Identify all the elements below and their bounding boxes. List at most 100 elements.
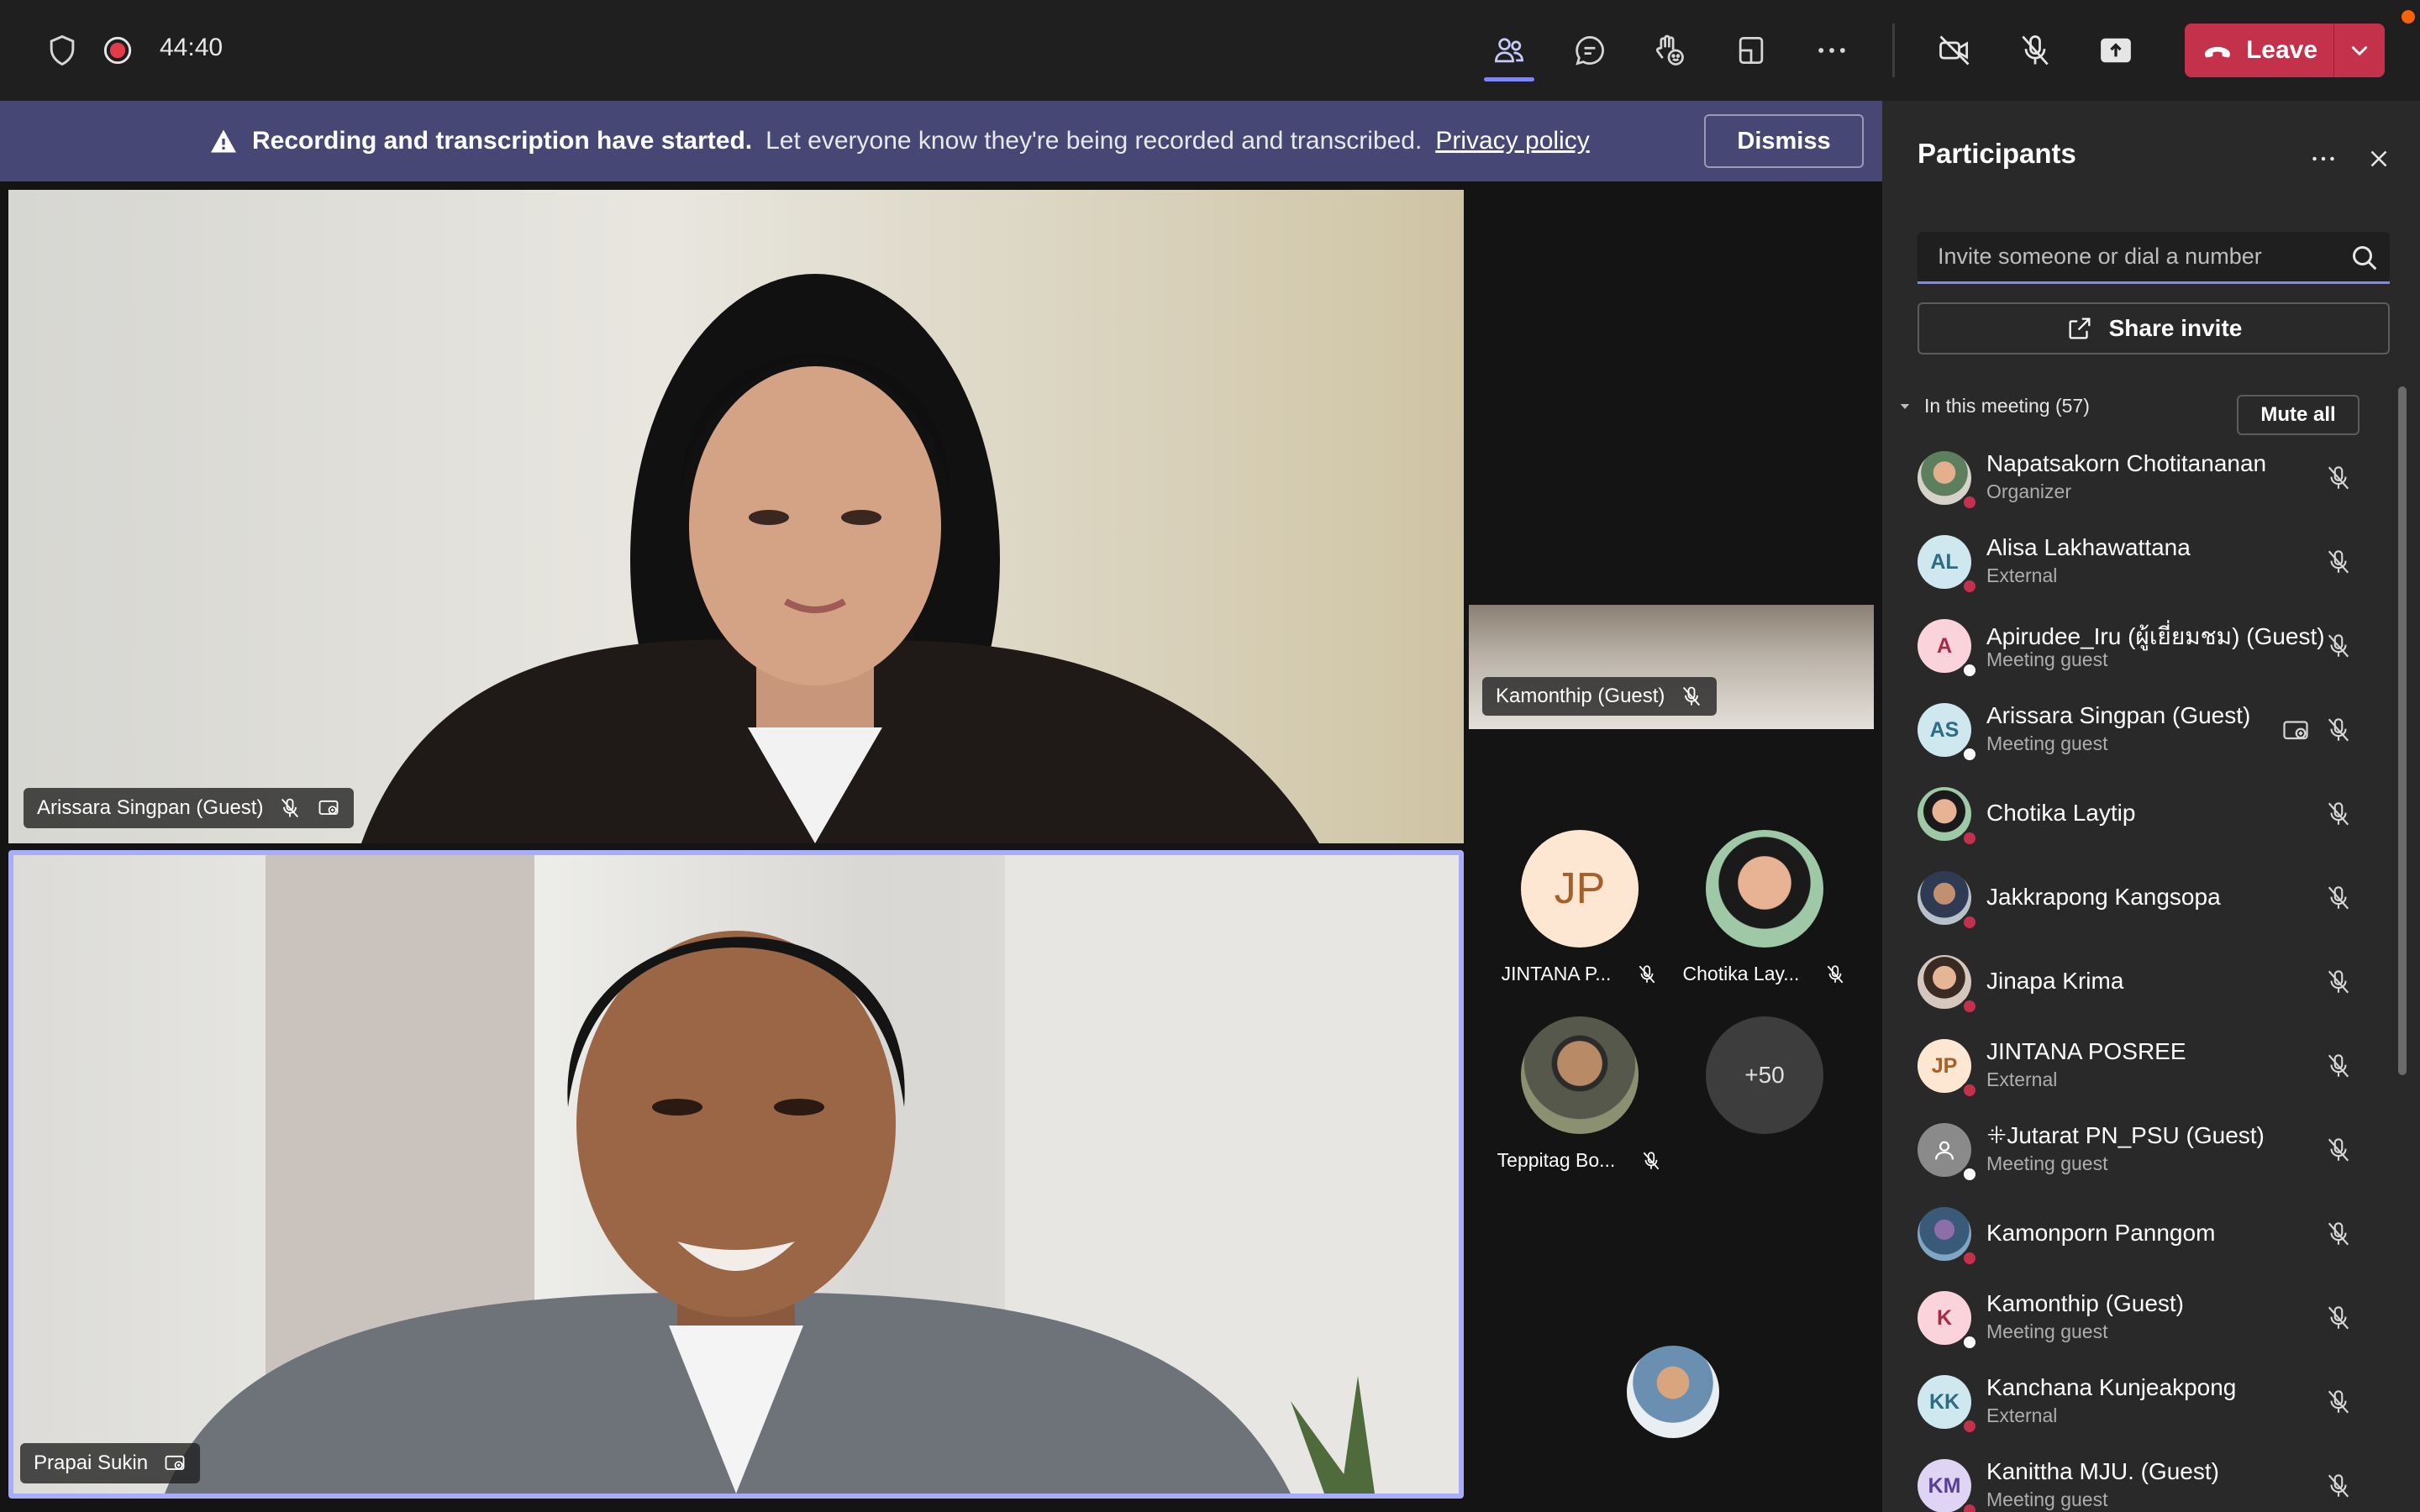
tile-name-label: Kamonthip (Guest) — [1496, 685, 1665, 707]
panel-more-icon[interactable] — [2302, 138, 2344, 180]
mic-off-icon[interactable] — [2324, 464, 2353, 492]
participant-role: Organizer — [1986, 480, 2071, 502]
participant-row[interactable]: KK Kanchana Kunjeakpong External — [1882, 1359, 2386, 1443]
camera-off-icon[interactable] — [1929, 25, 1980, 76]
participant-list: Napatsakorn Chotitananan Organizer AL Alisa… — [1882, 435, 2386, 1512]
presence-status-dot — [1961, 746, 1978, 763]
gallery-tile-chotika[interactable]: Chotika Lay... — [1681, 830, 1849, 985]
avatar-initials: A — [1936, 633, 1953, 658]
leave-main-button[interactable]: Leave — [2185, 24, 2333, 77]
dismiss-button[interactable]: Dismiss — [1704, 114, 1864, 168]
gallery-name-label: Teppitag Bo... — [1497, 1149, 1616, 1171]
mic-off-icon[interactable] — [2324, 884, 2353, 912]
participant-row[interactable]: Napatsakorn Chotitananan Organizer — [1882, 435, 2386, 519]
avatar-photo — [1521, 1016, 1639, 1134]
mic-off-icon[interactable] — [2324, 716, 2353, 744]
participant-row[interactable]: A Apirudee_Iru (ผู้เยี่ยมชม) (Guest) Meeti… — [1882, 603, 2386, 687]
invite-search-box — [1918, 232, 2390, 284]
video-tile-kamonthip[interactable]: Kamonthip (Guest) — [1469, 605, 1874, 729]
banner-title: Recording and transcription have started… — [252, 127, 753, 155]
participant-video-prapai — [165, 855, 1459, 1494]
in-meeting-section-toggle[interactable]: In this meeting (57) — [1897, 395, 2090, 417]
participant-row[interactable]: ꔰJutarat PN_PSU (Guest) Meeting guest — [1882, 1107, 2386, 1191]
mic-off-icon[interactable] — [2010, 25, 2060, 76]
avatar-initials: JP — [1554, 864, 1606, 913]
share-screen-icon[interactable] — [2091, 25, 2141, 76]
mic-off-icon[interactable] — [2324, 1472, 2353, 1500]
participant-row[interactable]: Jakkrapong Kangsopa — [1882, 855, 2386, 939]
mic-off-icon[interactable] — [2324, 1388, 2353, 1416]
share-invite-button[interactable]: Share invite — [1918, 302, 2390, 354]
notification-dot — [2402, 10, 2415, 24]
people-icon[interactable] — [1484, 25, 1534, 76]
recording-banner: Recording and transcription have started… — [0, 101, 1882, 181]
participant-name: Napatsakorn Chotitananan — [1986, 450, 2267, 476]
mic-off-icon[interactable] — [2324, 1304, 2353, 1332]
screen-share-icon — [319, 800, 339, 815]
avatar: JP — [1521, 830, 1639, 948]
participant-row[interactable]: Jinapa Krima — [1882, 939, 2386, 1023]
presence-status-dot — [1961, 914, 1978, 931]
search-icon[interactable] — [2348, 241, 2381, 275]
active-tab-indicator — [1484, 77, 1534, 81]
mute-all-button[interactable]: Mute all — [2237, 395, 2360, 435]
more-options-icon[interactable] — [1807, 25, 1857, 76]
invite-input[interactable] — [1918, 232, 2338, 281]
participant-name: Kanittha MJU. (Guest) — [1986, 1458, 2219, 1484]
recording-icon — [92, 25, 143, 76]
video-tile-arissara[interactable]: Arissara Singpan (Guest) — [8, 190, 1464, 843]
leave-button[interactable]: Leave — [2185, 24, 2385, 77]
overflow-participants-button[interactable]: +50 — [1681, 1016, 1849, 1134]
avatar-initials: JP — [1931, 1053, 1958, 1078]
participant-name: Jakkrapong Kangsopa — [1986, 884, 2221, 910]
mic-off-icon[interactable] — [2324, 548, 2353, 576]
close-icon[interactable] — [2358, 138, 2400, 180]
phone-hangup-icon — [2204, 46, 2230, 58]
participant-role: Meeting guest — [1986, 1320, 2108, 1342]
mic-off-icon[interactable] — [2324, 1220, 2353, 1248]
react-icon[interactable] — [1644, 25, 1694, 76]
name-tag-kamonthip: Kamonthip (Guest) — [1482, 677, 1718, 716]
participant-name: Kamonporn Panngom — [1986, 1220, 2216, 1246]
mic-off-icon[interactable] — [2324, 968, 2353, 996]
leave-options-button[interactable] — [2334, 24, 2385, 77]
share-invite-label: Share invite — [2108, 315, 2243, 341]
meeting-toolbar: 44:40 Leave — [0, 0, 2420, 101]
mic-off-icon[interactable] — [2324, 800, 2353, 828]
mic-off-icon[interactable] — [2324, 632, 2353, 660]
gallery-name-label: JINTANA P... — [1501, 963, 1612, 984]
gallery-tile-teppitag[interactable]: Teppitag Bo... — [1496, 1016, 1664, 1172]
presence-status-dot — [1961, 1082, 1978, 1099]
participant-row[interactable]: AL Alisa Lakhawattana External — [1882, 519, 2386, 603]
participant-name: Jinapa Krima — [1986, 968, 2124, 994]
chat-icon[interactable] — [1565, 25, 1615, 76]
participant-role: Meeting guest — [1986, 1488, 2108, 1510]
meeting-count-label: In this meeting (57) — [1924, 395, 2090, 417]
mic-off-icon — [1828, 964, 1844, 983]
participant-row[interactable]: JP JINTANA POSREE External — [1882, 1023, 2386, 1107]
privacy-policy-link[interactable]: Privacy policy — [1435, 127, 1589, 155]
mic-off-icon[interactable] — [2324, 1052, 2353, 1080]
toolbar-divider — [1892, 24, 1895, 77]
panel-scrollbar[interactable] — [2398, 386, 2407, 1075]
participant-row[interactable]: AS Arissara Singpan (Guest) Meeting guest — [1882, 687, 2386, 771]
participants-panel: Participants Share invite In this meetin… — [1882, 101, 2420, 1512]
participant-name: ꔰJutarat PN_PSU (Guest) — [1986, 1122, 2265, 1148]
participant-row[interactable]: Kamonporn Panngom — [1882, 1191, 2386, 1275]
caret-down-icon — [1900, 403, 1910, 409]
gallery-tile-jintana[interactable]: JP JINTANA P... — [1496, 830, 1664, 985]
mic-off-icon — [281, 798, 299, 818]
participant-row[interactable]: KM Kanittha MJU. (Guest) Meeting guest — [1882, 1443, 2386, 1512]
mic-off-icon[interactable] — [2324, 1136, 2353, 1164]
participant-row[interactable]: K Kamonthip (Guest) Meeting guest — [1882, 1275, 2386, 1359]
participant-name: Kamonthip (Guest) — [1986, 1290, 2184, 1316]
video-tile-prapai[interactable]: Prapai Sukin — [8, 850, 1464, 1499]
presence-status-dot — [1961, 830, 1978, 847]
warning-icon — [211, 129, 236, 153]
shield-icon[interactable] — [37, 25, 87, 76]
screen-share-icon — [165, 1455, 185, 1470]
view-layout-icon[interactable] — [1726, 25, 1776, 76]
participant-row[interactable]: Chotika Laytip — [1882, 771, 2386, 855]
self-view-avatar[interactable] — [1627, 1346, 1719, 1438]
gallery-name-row: JINTANA P... — [1496, 963, 1664, 985]
